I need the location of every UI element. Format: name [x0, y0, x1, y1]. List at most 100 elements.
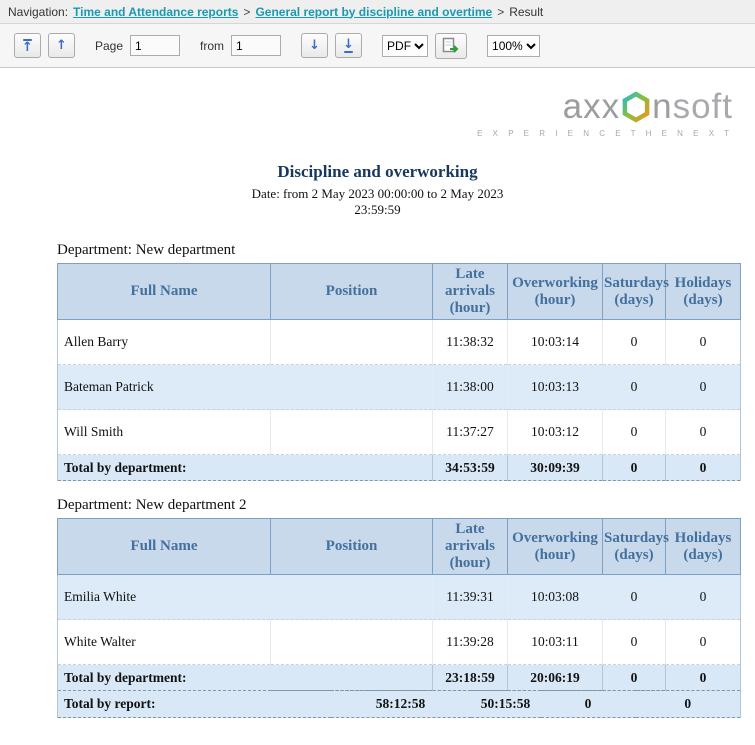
cell-late: 11:38:00	[433, 365, 508, 410]
cell-over: 10:03:08	[508, 575, 603, 620]
report-total-late: 58:12:58	[331, 691, 471, 718]
report-total-hol: 0	[636, 691, 741, 718]
table-row: White Walter 11:39:28 10:03:11 0 0	[58, 620, 741, 665]
next-page-icon: ↓	[309, 40, 320, 51]
table-row: Emilia White 11:39:31 10:03:08 0 0	[58, 575, 741, 620]
report-total-label: Total by report:	[58, 691, 331, 718]
column-overworking: Overworking (hour)	[508, 264, 603, 320]
page-number-input[interactable]	[130, 35, 180, 56]
cell-position	[271, 575, 433, 620]
report-date-line2: 23:59:59	[0, 202, 755, 218]
breadcrumb: Navigation: Time and Attendance reports …	[0, 0, 755, 24]
cell-full-name: Emilia White	[58, 575, 271, 620]
cell-position	[271, 365, 433, 410]
first-page-button[interactable]: ↑	[14, 33, 41, 58]
cell-position	[271, 320, 433, 365]
column-late-arrivals: Late arrivals (hour)	[433, 264, 508, 320]
breadcrumb-separator: >	[497, 5, 504, 19]
cell-full-name: Allen Barry	[58, 320, 271, 365]
table-header-row: Full Name Position Late arrivals (hour) …	[58, 264, 741, 320]
column-full-name: Full Name	[58, 264, 271, 320]
cell-late: 11:38:32	[433, 320, 508, 365]
column-holidays: Holidays (days)	[666, 264, 741, 320]
column-position: Position	[271, 264, 433, 320]
page-label: Page	[95, 39, 123, 53]
report-total-row: Total by report: 58:12:58 50:15:58 0 0	[58, 691, 741, 718]
department-heading: Department: New department	[57, 242, 755, 259]
cell-over: 10:03:14	[508, 320, 603, 365]
breadcrumb-link-time-attendance[interactable]: Time and Attendance reports	[73, 5, 238, 19]
cell-sat: 0	[603, 575, 666, 620]
report-date: Date: from 2 May 2023 00:00:00 to 2 May …	[0, 186, 755, 218]
cell-late: 11:39:31	[433, 575, 508, 620]
export-button[interactable]	[435, 33, 467, 59]
column-late-arrivals: Late arrivals (hour)	[433, 519, 508, 575]
breadcrumb-prefix: Navigation:	[8, 5, 68, 19]
cell-position	[271, 620, 433, 665]
total-hol: 0	[666, 455, 741, 481]
cell-full-name: Bateman Patrick	[58, 365, 271, 410]
hexagon-logo-icon	[621, 91, 651, 123]
breadcrumb-link-general-report[interactable]: General report by discipline and overtim…	[255, 5, 492, 19]
cell-over: 10:03:12	[508, 410, 603, 455]
last-page-button[interactable]: ↓	[335, 33, 362, 58]
department-heading: Department: New department 2	[57, 497, 755, 514]
cell-sat: 0	[603, 410, 666, 455]
logo-tagline: E X P E R I E N C E T H E N E X T	[477, 129, 733, 138]
total-hol: 0	[666, 665, 741, 691]
total-late: 34:53:59	[433, 455, 508, 481]
total-label: Total by department:	[58, 455, 433, 481]
cell-hol: 0	[666, 620, 741, 665]
cell-late: 11:37:27	[433, 410, 508, 455]
column-full-name: Full Name	[58, 519, 271, 575]
column-saturdays: Saturdays (days)	[603, 519, 666, 575]
table-header-row: Full Name Position Late arrivals (hour) …	[58, 519, 741, 575]
toolbar: ↑ ↑ Page from ↓ ↓ PDF 100%	[0, 24, 755, 68]
report-page: axx nsoft E X P E R I E N C E T H E N E …	[0, 68, 755, 718]
column-overworking: Overworking (hour)	[508, 519, 603, 575]
total-over: 30:09:39	[508, 455, 603, 481]
axxonsoft-logo-text: axx nsoft	[563, 88, 733, 126]
cell-full-name: White Walter	[58, 620, 271, 665]
department-table-1: Full Name Position Late arrivals (hour) …	[57, 263, 741, 481]
breadcrumb-current: Result	[509, 5, 543, 19]
table-row: Bateman Patrick 11:38:00 10:03:13 0 0	[58, 365, 741, 410]
department-table-2: Full Name Position Late arrivals (hour) …	[57, 518, 741, 691]
department-total-row: Total by department: 34:53:59 30:09:39 0…	[58, 455, 741, 481]
cell-position	[271, 410, 433, 455]
cell-over: 10:03:11	[508, 620, 603, 665]
cell-sat: 0	[603, 320, 666, 365]
cell-hol: 0	[666, 575, 741, 620]
cell-over: 10:03:13	[508, 365, 603, 410]
report-title: Discipline and overworking	[0, 162, 755, 182]
total-pages-input[interactable]	[231, 35, 281, 56]
cell-sat: 0	[603, 365, 666, 410]
table-row: Allen Barry 11:38:32 10:03:14 0 0	[58, 320, 741, 365]
cell-sat: 0	[603, 620, 666, 665]
zoom-select[interactable]: 100%	[487, 35, 540, 57]
report-total-table: Total by report: 58:12:58 50:15:58 0 0	[57, 690, 741, 718]
cell-hol: 0	[666, 410, 741, 455]
report-total-sat: 0	[541, 691, 636, 718]
total-sat: 0	[603, 455, 666, 481]
cell-late: 11:39:28	[433, 620, 508, 665]
export-format-select[interactable]: PDF	[382, 35, 428, 57]
total-over: 20:06:19	[508, 665, 603, 691]
previous-page-button[interactable]: ↑	[48, 33, 75, 58]
export-icon	[442, 37, 461, 54]
total-sat: 0	[603, 665, 666, 691]
cell-hol: 0	[666, 320, 741, 365]
department-total-row: Total by department: 23:18:59 20:06:19 0…	[58, 665, 741, 691]
axxonsoft-logo: axx nsoft E X P E R I E N C E T H E N E …	[0, 88, 755, 138]
cell-hol: 0	[666, 365, 741, 410]
total-label: Total by department:	[58, 665, 433, 691]
from-label: from	[200, 39, 224, 53]
breadcrumb-separator: >	[243, 5, 250, 19]
next-page-button[interactable]: ↓	[301, 33, 328, 58]
report-total-over: 50:15:58	[471, 691, 541, 718]
column-saturdays: Saturdays (days)	[603, 264, 666, 320]
column-holidays: Holidays (days)	[666, 519, 741, 575]
previous-page-icon: ↑	[56, 40, 67, 51]
column-position: Position	[271, 519, 433, 575]
total-late: 23:18:59	[433, 665, 508, 691]
